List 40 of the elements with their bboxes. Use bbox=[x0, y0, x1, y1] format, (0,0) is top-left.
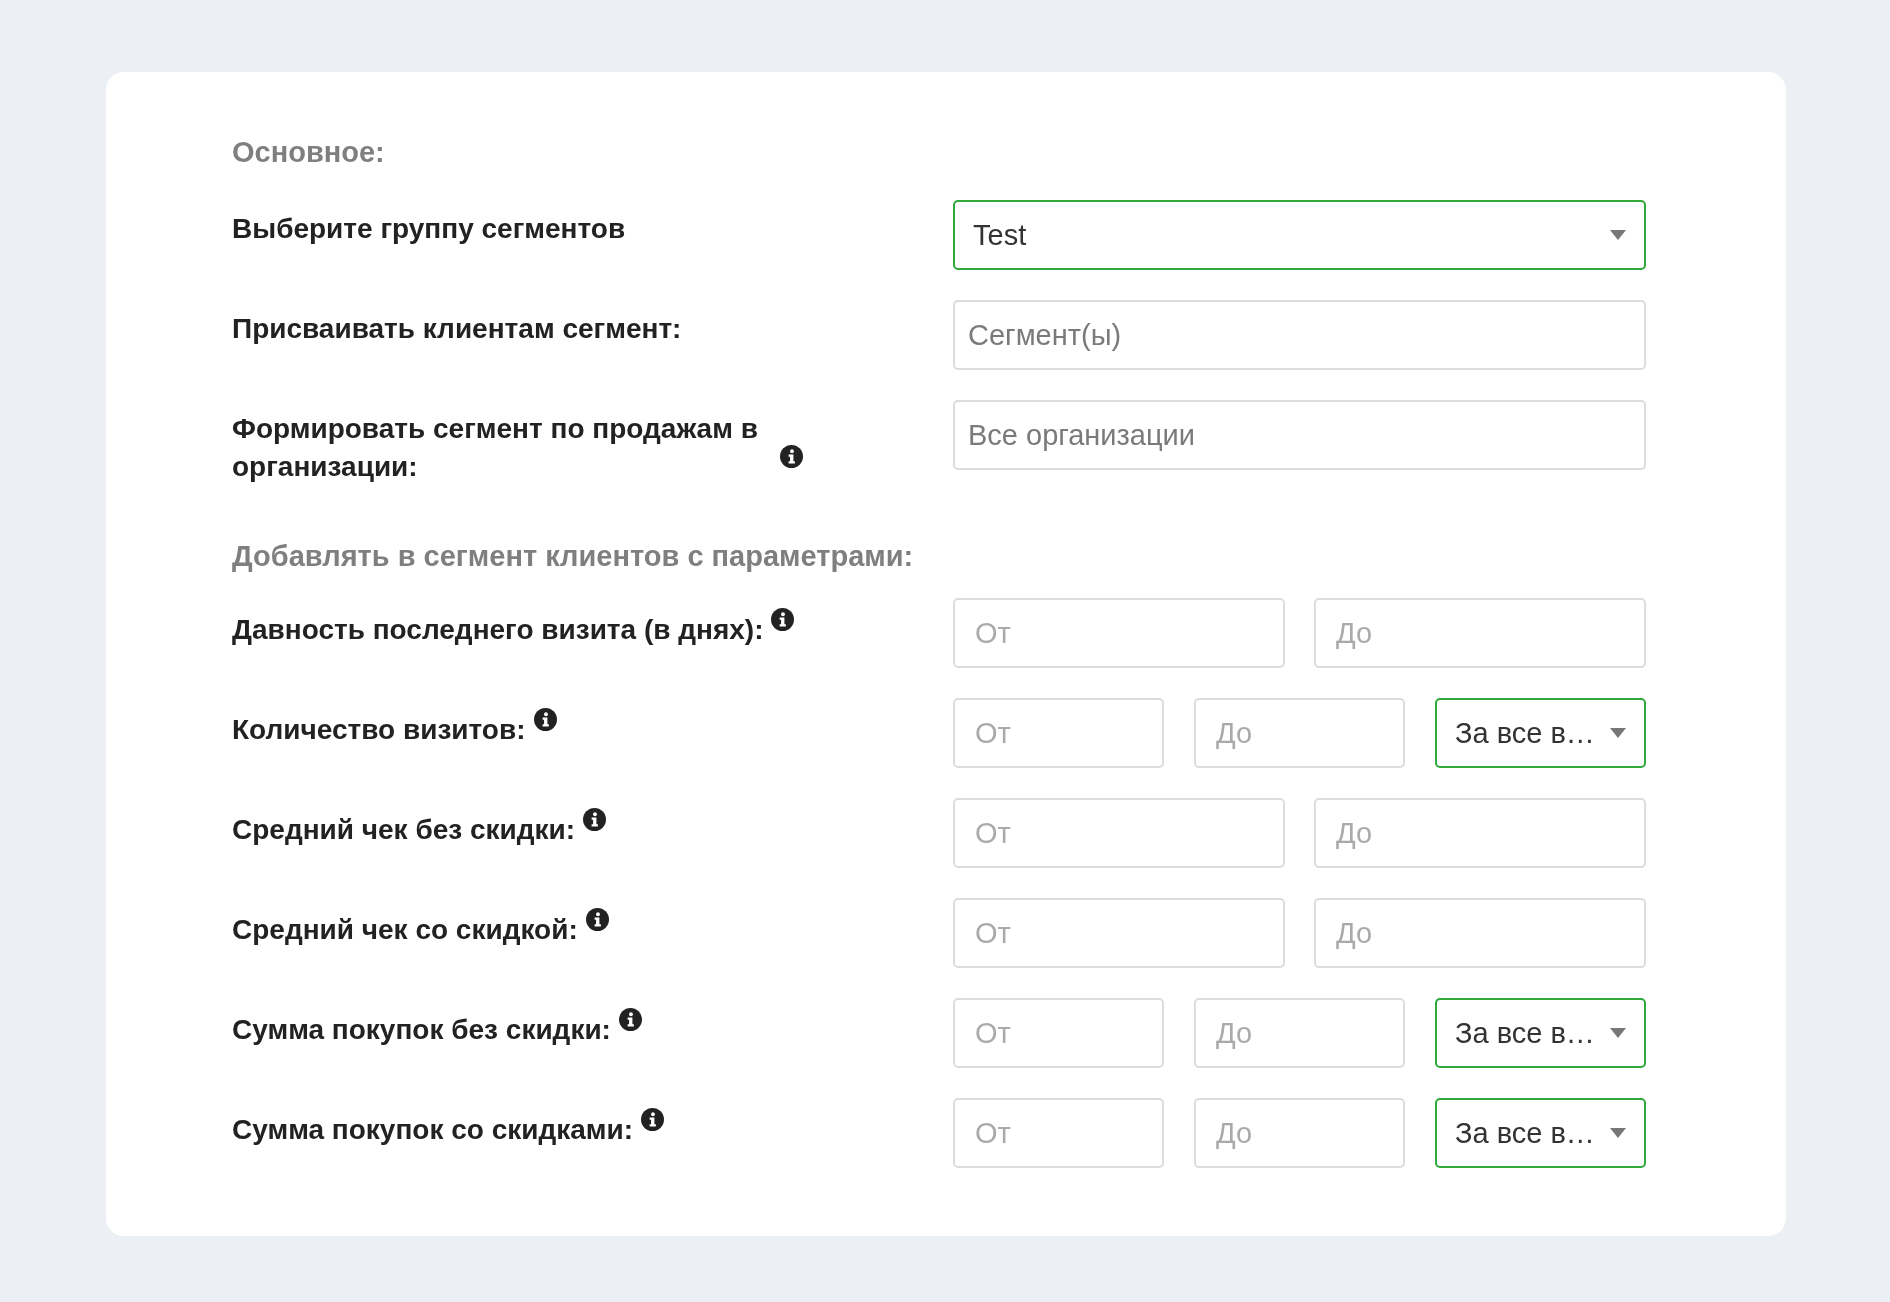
dropdown-field[interactable]: За все в… bbox=[1435, 1098, 1646, 1168]
caret-icon bbox=[1610, 1128, 1626, 1138]
to-input[interactable]: До bbox=[1314, 898, 1646, 968]
section-heading: Основное: bbox=[232, 135, 386, 170]
field-label: Выберите группу сегментов bbox=[232, 212, 626, 246]
caret-icon bbox=[1610, 230, 1626, 240]
field-label: Формировать сегмент по продажам в организации: bbox=[232, 412, 759, 484]
dropdown-field[interactable]: Test bbox=[953, 200, 1646, 270]
from-input[interactable]: От bbox=[953, 998, 1164, 1068]
to-input[interactable]: До bbox=[1194, 698, 1405, 768]
caret-icon bbox=[1610, 728, 1626, 738]
from-input[interactable]: От bbox=[953, 598, 1285, 668]
info-icon[interactable] bbox=[780, 445, 803, 468]
info-icon[interactable] bbox=[618, 1008, 642, 1031]
from-input[interactable]: От bbox=[953, 798, 1285, 868]
info-icon[interactable] bbox=[585, 908, 609, 931]
field-label: Сумма покупок без скидки: bbox=[232, 1013, 611, 1047]
dropdown-field[interactable]: За все в… bbox=[1435, 998, 1646, 1068]
caret-icon bbox=[1610, 1028, 1626, 1038]
to-input[interactable]: До bbox=[1194, 1098, 1405, 1168]
field-label: Сумма покупок со скидками: bbox=[232, 1113, 634, 1147]
field-label: Количество визитов: bbox=[232, 713, 526, 747]
field-label: Средний чек без скидки: bbox=[232, 813, 576, 847]
to-input[interactable]: До bbox=[1314, 598, 1646, 668]
from-input[interactable]: От bbox=[953, 698, 1164, 768]
field-label: Средний чек со скидкой: bbox=[232, 913, 578, 947]
field-label: Присваивать клиентам сегмент: bbox=[232, 312, 682, 346]
dropdown-field[interactable]: За все в… bbox=[1435, 698, 1646, 768]
from-input[interactable]: От bbox=[953, 898, 1285, 968]
to-input[interactable]: До bbox=[1314, 798, 1646, 868]
to-input[interactable]: До bbox=[1194, 998, 1405, 1068]
info-icon[interactable] bbox=[641, 1108, 665, 1131]
info-icon[interactable] bbox=[583, 808, 607, 831]
input-field[interactable]: Все организации bbox=[953, 400, 1646, 470]
field-label: Давность последнего визита (в днях): bbox=[232, 613, 764, 647]
info-icon[interactable] bbox=[533, 708, 557, 731]
from-input[interactable]: От bbox=[953, 1098, 1164, 1168]
input-field[interactable]: Сегмент(ы) bbox=[953, 300, 1646, 370]
section-heading: Добавлять в сегмент клиентов с параметрами: bbox=[232, 539, 915, 574]
info-icon[interactable] bbox=[771, 608, 795, 631]
